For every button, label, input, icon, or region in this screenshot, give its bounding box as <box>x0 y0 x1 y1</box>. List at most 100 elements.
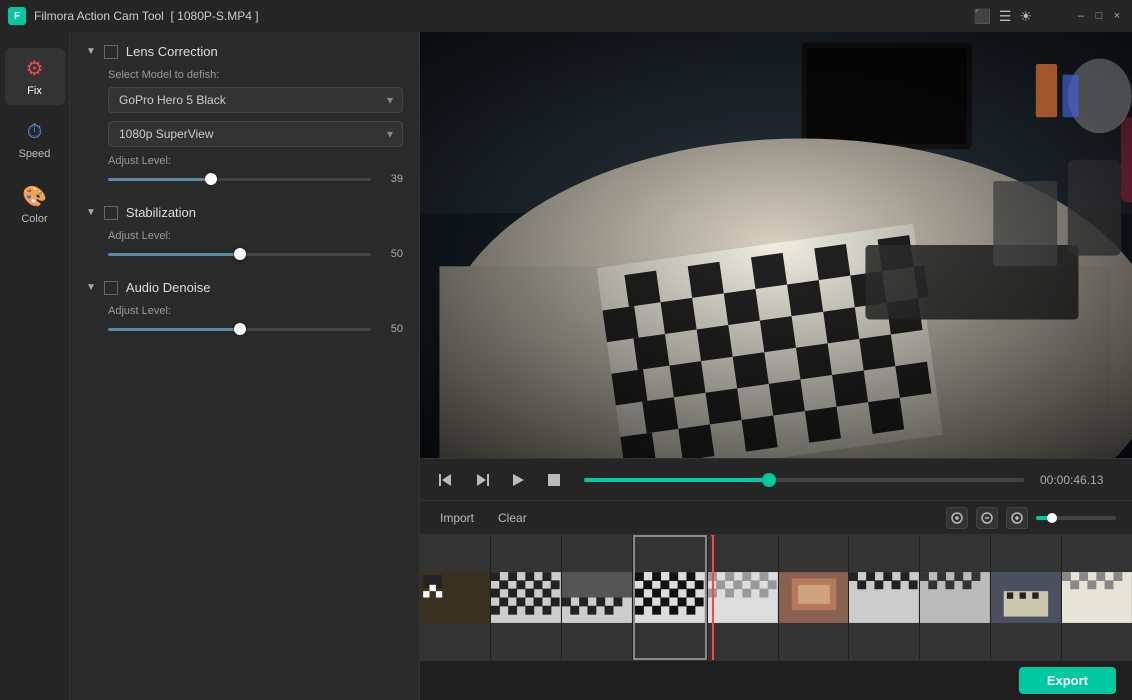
view-dropdown-wrapper: 1080p SuperView <box>108 121 403 147</box>
stabilization-header: ▼ Stabilization <box>86 205 403 220</box>
main-layout: ⚙ Fix ⏱ Speed 🎨 Color ▼ Lens Correction … <box>0 32 1132 700</box>
import-button[interactable]: Import <box>436 509 478 527</box>
stab-adjust-row: Adjust Level: <box>108 230 403 242</box>
zoom-in-button[interactable] <box>1006 507 1028 529</box>
zoom-slider-thumb[interactable] <box>1047 513 1057 523</box>
video-area: 00:00:46.13 Import Clear <box>420 32 1132 700</box>
stabilization-title: Stabilization <box>126 205 196 220</box>
color-icon: 🎨 <box>22 184 47 209</box>
lens-correction-header: ▼ Lens Correction <box>86 44 403 59</box>
audio-slider-track <box>108 328 371 331</box>
maximize-button[interactable]: □ <box>1092 9 1106 23</box>
audio-slider-fill <box>108 328 240 331</box>
lens-correction-checkbox[interactable] <box>104 45 118 59</box>
audio-denoise-checkbox[interactable] <box>104 281 118 295</box>
zoom-controls <box>946 507 1116 529</box>
filename-text: [ 1080P-S.MP4 ] <box>171 9 259 23</box>
audio-slider-container <box>108 328 371 331</box>
film-frame-5[interactable] <box>708 535 778 660</box>
export-button[interactable]: Export <box>1019 667 1116 694</box>
app-title-text: Filmora Action Cam Tool <box>34 9 164 23</box>
window-controls: – □ × <box>1074 9 1124 23</box>
film-frame-7[interactable] <box>849 535 919 660</box>
app-icon: F <box>8 7 26 25</box>
sidebar: ⚙ Fix ⏱ Speed 🎨 Color <box>0 32 70 700</box>
audio-adjust-label: Adjust Level: <box>108 305 188 317</box>
film-frame-8[interactable] <box>920 535 990 660</box>
stab-slider-row: 50 <box>108 248 403 260</box>
progress-track <box>584 478 1024 482</box>
film-frame-6[interactable] <box>779 535 849 660</box>
video-preview <box>420 32 1132 458</box>
color-label: Color <box>21 213 47 225</box>
skip-to-end-button[interactable] <box>468 466 496 494</box>
film-frame-1[interactable] <box>420 535 490 660</box>
progress-bar[interactable] <box>584 477 1024 483</box>
lens-adjust-label: Adjust Level: <box>108 155 188 167</box>
film-frame-10[interactable] <box>1062 535 1132 660</box>
film-frame-3[interactable] <box>562 535 632 660</box>
titlebar: F Filmora Action Cam Tool [ 1080P-S.MP4 … <box>0 0 1132 32</box>
playhead[interactable] <box>712 535 714 660</box>
stab-adjust-label: Adjust Level: <box>108 230 188 242</box>
lens-slider-value: 39 <box>379 173 403 185</box>
export-bar: Export <box>420 660 1132 700</box>
audio-slider-thumb[interactable] <box>234 323 246 335</box>
stab-chevron[interactable]: ▼ <box>86 207 96 218</box>
sidebar-item-speed[interactable]: ⏱ Speed <box>5 113 65 168</box>
film-frame-2[interactable] <box>491 535 561 660</box>
stabilization-checkbox[interactable] <box>104 206 118 220</box>
progress-fill <box>584 478 769 482</box>
lens-correction-title: Lens Correction <box>126 44 218 59</box>
list-icon[interactable]: ☰ <box>999 8 1012 25</box>
skip-to-start-button[interactable] <box>432 466 460 494</box>
lens-slider-fill <box>108 178 211 181</box>
audio-denoise-title: Audio Denoise <box>126 280 211 295</box>
film-frame-4[interactable] <box>633 535 707 660</box>
toolbar-icons: ⬛ ☰ ☀ <box>973 8 1032 25</box>
audio-slider-row: 50 <box>108 323 403 335</box>
clear-button[interactable]: Clear <box>494 509 531 527</box>
audio-chevron[interactable]: ▼ <box>86 282 96 293</box>
play-button[interactable] <box>504 466 532 494</box>
stop-button[interactable] <box>540 466 568 494</box>
app-title: Filmora Action Cam Tool [ 1080P-S.MP4 ] <box>34 9 259 23</box>
filmstrip-frames <box>420 535 1132 660</box>
filmstrip <box>420 535 1132 660</box>
stab-slider-thumb[interactable] <box>234 248 246 260</box>
stabilization-content: Adjust Level: 50 <box>86 230 403 260</box>
stab-slider-track <box>108 253 371 256</box>
stab-slider-fill <box>108 253 240 256</box>
lens-slider-thumb[interactable] <box>205 173 217 185</box>
audio-slider-value: 50 <box>379 323 403 335</box>
defish-label: Select Model to defish: <box>108 69 403 81</box>
speed-icon: ⏱ <box>27 121 43 144</box>
progress-thumb[interactable] <box>762 473 776 487</box>
fix-icon: ⚙ <box>26 56 44 81</box>
media-icon[interactable]: ⬛ <box>973 8 990 25</box>
close-button[interactable]: × <box>1110 9 1124 23</box>
zoom-out-button[interactable] <box>976 507 998 529</box>
timeline-toolbar: Import Clear <box>420 501 1132 535</box>
lens-adjust-row: Adjust Level: <box>108 155 403 167</box>
audio-denoise-section: ▼ Audio Denoise Adjust Level: 50 <box>86 280 403 335</box>
video-scene-svg <box>420 32 1132 458</box>
zoom-link-button[interactable] <box>946 507 968 529</box>
lens-chevron[interactable]: ▼ <box>86 46 96 57</box>
timeline-area: Import Clear <box>420 500 1132 660</box>
zoom-slider[interactable] <box>1036 516 1116 520</box>
sidebar-item-color[interactable]: 🎨 Color <box>5 176 65 233</box>
film-frame-9[interactable] <box>991 535 1061 660</box>
stabilization-section: ▼ Stabilization Adjust Level: 50 <box>86 205 403 260</box>
view-dropdown[interactable]: 1080p SuperView <box>108 121 403 147</box>
fix-label: Fix <box>27 85 42 97</box>
speed-label: Speed <box>19 148 51 160</box>
lens-correction-content: Select Model to defish: GoPro Hero 5 Bla… <box>86 69 403 185</box>
brightness-icon[interactable]: ☀ <box>1019 8 1032 25</box>
lens-slider-container <box>108 178 371 181</box>
sidebar-item-fix[interactable]: ⚙ Fix <box>5 48 65 105</box>
model-dropdown[interactable]: GoPro Hero 5 Black <box>108 87 403 113</box>
minimize-button[interactable]: – <box>1074 9 1088 23</box>
player-controls: 00:00:46.13 <box>420 458 1132 500</box>
model-dropdown-wrapper: GoPro Hero 5 Black <box>108 87 403 113</box>
